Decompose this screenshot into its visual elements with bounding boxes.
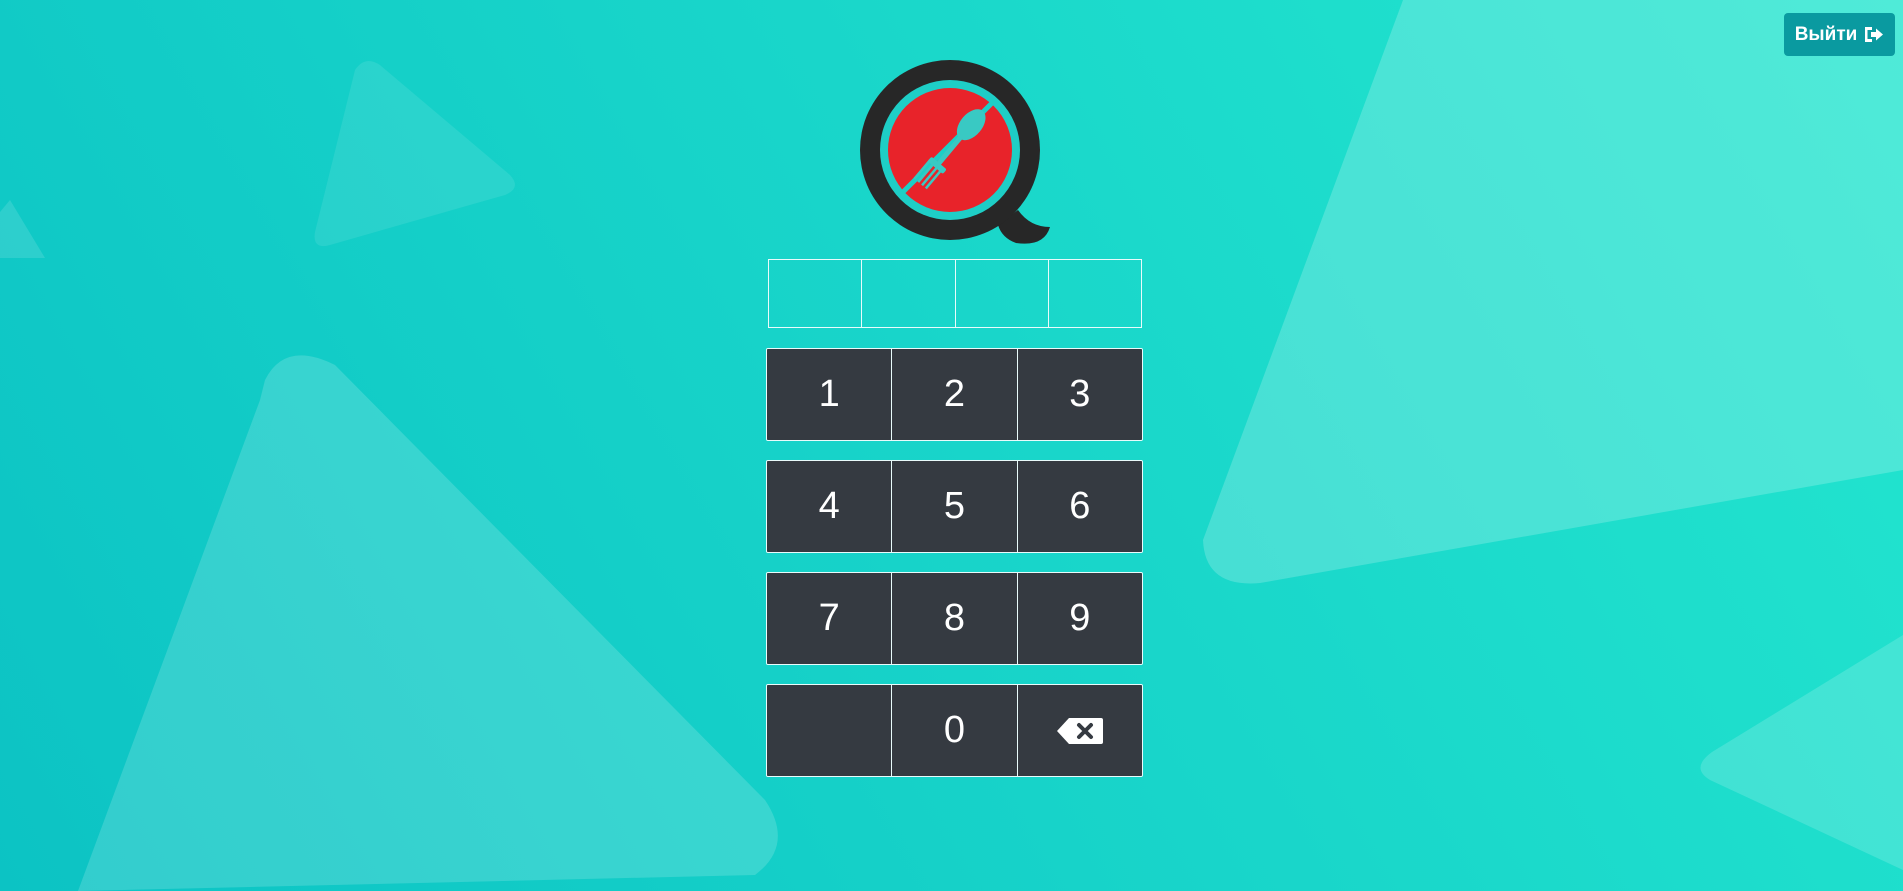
pin-cell-2: [862, 260, 956, 327]
key-9[interactable]: 9: [1017, 573, 1142, 664]
spoon-fork-q-logo: [860, 60, 1050, 244]
keypad-row-4: 0: [766, 684, 1143, 777]
key-6[interactable]: 6: [1017, 461, 1142, 552]
pin-cell-4: [1049, 260, 1141, 327]
keypad: 1 2 3 4 5 6 7 8 9 0: [766, 348, 1143, 796]
sign-out-icon: [1865, 27, 1884, 42]
logout-button[interactable]: Выйти: [1784, 13, 1895, 56]
keypad-row-3: 7 8 9: [766, 572, 1143, 665]
key-8[interactable]: 8: [892, 573, 1018, 664]
key-3[interactable]: 3: [1017, 349, 1142, 440]
bg-triangle-top-left: [314, 61, 515, 247]
key-0[interactable]: 0: [892, 685, 1018, 776]
bg-triangle-right-small: [1700, 635, 1903, 870]
key-7[interactable]: 7: [767, 573, 893, 664]
logout-label: Выйти: [1794, 23, 1858, 45]
bg-triangle-bottom-left: [78, 355, 778, 891]
key-2[interactable]: 2: [892, 349, 1018, 440]
backspace-icon: [1056, 717, 1103, 744]
key-blank: [767, 685, 893, 776]
backspace-button[interactable]: [1017, 685, 1142, 776]
pin-cell-1: [769, 260, 863, 327]
pin-display: [768, 259, 1142, 328]
keypad-row-1: 1 2 3: [766, 348, 1143, 441]
key-5[interactable]: 5: [892, 461, 1018, 552]
key-4[interactable]: 4: [767, 461, 893, 552]
bg-triangle-right-large: [1203, 0, 1903, 584]
key-1[interactable]: 1: [767, 349, 893, 440]
pin-cell-3: [956, 260, 1049, 327]
keypad-row-2: 4 5 6: [766, 460, 1143, 553]
bg-triangle-small-left: [0, 200, 45, 258]
